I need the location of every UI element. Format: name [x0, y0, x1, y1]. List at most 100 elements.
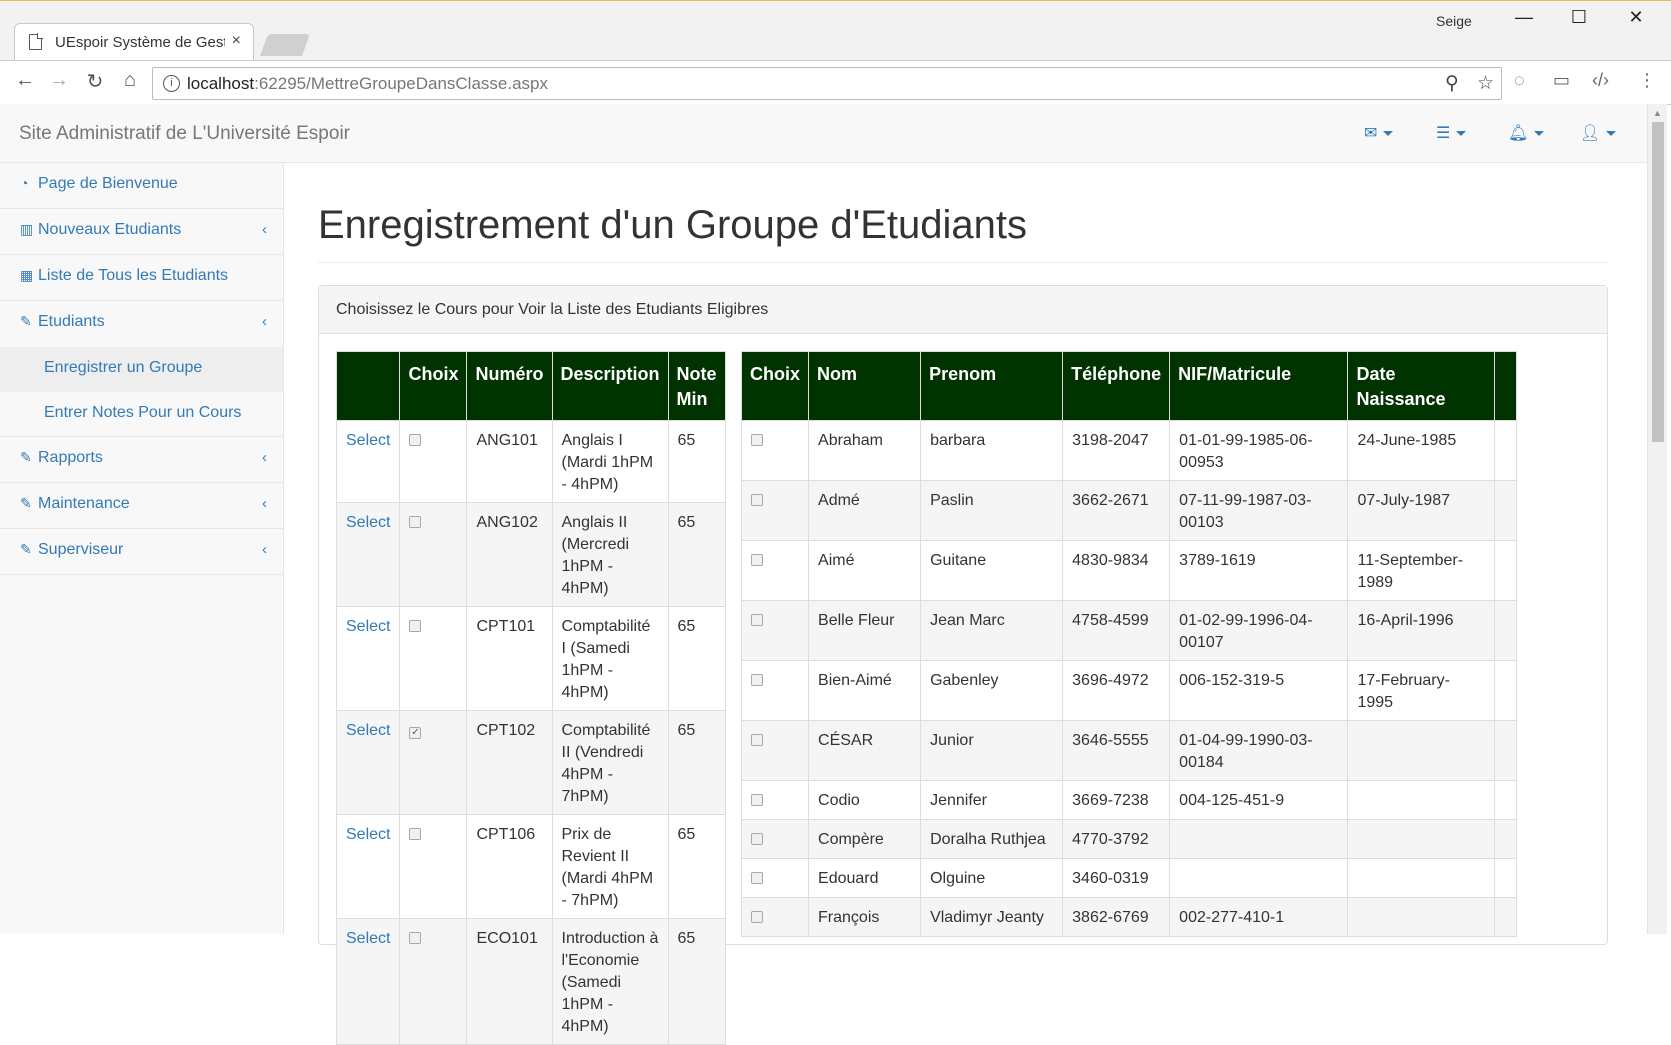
checkbox[interactable] [751, 614, 763, 626]
choice-cell[interactable] [399, 814, 468, 919]
choice-cell[interactable] [399, 606, 468, 711]
devtools-icon[interactable]: ‹/› [1592, 70, 1609, 91]
choice-cell[interactable] [740, 720, 810, 781]
tasks-icon[interactable]: ☰ [1436, 123, 1467, 143]
checkbox[interactable] [751, 872, 763, 884]
maximize-icon[interactable]: ☐ [1555, 7, 1603, 28]
sidebar-item-bienvenue[interactable]: ◔ Page de Bienvenue [0, 163, 283, 209]
choice-cell[interactable]: ✓ [399, 710, 468, 815]
student-dob [1347, 780, 1496, 820]
checkbox[interactable] [409, 620, 422, 632]
home-icon[interactable]: ⌂ [116, 69, 144, 92]
checkbox[interactable] [751, 833, 763, 845]
info-icon[interactable]: i [163, 75, 180, 92]
choice-cell[interactable] [740, 540, 810, 601]
zoom-icon[interactable]: ⚲ [1445, 72, 1459, 95]
select-link[interactable]: Select [346, 514, 390, 531]
student-nif: 01-02-99-1996-04-00107 [1169, 600, 1349, 661]
choice-cell[interactable] [740, 780, 810, 820]
new-tab-button[interactable] [259, 34, 311, 56]
checkbox[interactable] [751, 434, 763, 446]
sidebar-item-maintenance[interactable]: ✎ Maintenance ‹ [0, 483, 283, 529]
student-nif: 004-125-451-9 [1169, 780, 1349, 820]
forward-arrow-icon[interactable]: → [45, 69, 73, 92]
select-link-cell[interactable]: Select [335, 606, 401, 711]
select-link[interactable]: Select [346, 432, 390, 449]
back-arrow-icon[interactable]: ← [11, 69, 39, 92]
user-icon[interactable]: 👤︎ [1580, 123, 1617, 143]
student-phone: 3662-2671 [1062, 480, 1171, 541]
student-first-name: Doralha Ruthjea [920, 819, 1064, 859]
select-link[interactable]: Select [346, 722, 390, 739]
sidebar-item-label: Superviseur [38, 541, 124, 558]
tab-close-icon[interactable]: × [232, 32, 241, 50]
page-scrollbar[interactable]: ▲ [1647, 104, 1667, 934]
select-link-cell[interactable]: Select [335, 502, 401, 607]
select-link[interactable]: Select [346, 930, 390, 947]
checkbox[interactable] [409, 434, 422, 446]
column-header [1494, 351, 1517, 421]
choice-cell[interactable] [399, 918, 468, 1045]
choice-cell[interactable] [399, 502, 468, 607]
sidebar-item-superviseur[interactable]: ✎ Superviseur ‹ [0, 529, 283, 575]
sidebar-item-etudiants[interactable]: ✎ Etudiants ‹ [0, 301, 283, 347]
empty-cell [1494, 720, 1517, 781]
bell-icon[interactable]: 🔔︎ [1508, 123, 1545, 143]
student-dob: 11-September-1989 [1347, 540, 1496, 601]
student-last-name: François [808, 897, 922, 937]
minimize-icon[interactable]: — [1500, 7, 1548, 28]
select-link[interactable]: Select [346, 826, 390, 843]
sidebar-item-nouveaux-etudiants[interactable]: ▥ Nouveaux Etudiants ‹ [0, 209, 283, 255]
checkbox[interactable] [409, 828, 422, 840]
choice-cell[interactable] [740, 600, 810, 661]
close-window-icon[interactable]: ✕ [1612, 7, 1660, 28]
navbar-brand[interactable]: Site Administratif de L'Université Espoi… [19, 123, 350, 145]
menu-icon[interactable]: ⋮ [1638, 70, 1656, 91]
checkbox[interactable] [751, 794, 763, 806]
choice-cell[interactable] [740, 480, 810, 541]
panel-heading: Choisissez le Cours pour Voir la Liste d… [319, 286, 1607, 334]
tab-strip: UEspoir Système de Gesti × Seige — ☐ ✕ [0, 1, 1671, 61]
student-first-name: Jennifer [920, 780, 1064, 820]
student-first-name: Guitane [920, 540, 1064, 601]
choice-cell[interactable] [740, 858, 810, 898]
student-phone: 3696-4972 [1062, 660, 1171, 721]
sidebar-subitem-enregistrer-groupe[interactable]: Enregistrer un Groupe [0, 347, 283, 392]
select-link[interactable]: Select [346, 618, 390, 635]
sidebar-item-liste-etudiants[interactable]: ▦ Liste de Tous les Etudiants [0, 255, 283, 301]
select-link-cell[interactable]: Select [335, 420, 401, 503]
choice-cell[interactable] [740, 420, 810, 481]
address-bar[interactable]: i localhost:62295/MettreGroupeDansClasse… [152, 67, 1502, 100]
empty-cell [1494, 480, 1517, 541]
table-row: Aimé Guitane 4830-9834 3789-1619 11-Septembe… [740, 540, 1517, 601]
profile-name[interactable]: Seige [1436, 13, 1472, 29]
scroll-thumb[interactable] [1652, 122, 1664, 442]
choice-cell[interactable] [740, 819, 810, 859]
choice-cell[interactable] [740, 660, 810, 721]
empty-cell [1494, 600, 1517, 661]
checkbox[interactable] [409, 516, 422, 528]
select-link-cell[interactable]: Select [335, 918, 401, 1045]
star-icon[interactable]: ☆ [1477, 72, 1494, 95]
checkbox[interactable] [751, 734, 763, 746]
choice-cell[interactable] [740, 897, 810, 937]
url-text[interactable]: localhost:62295/MettreGroupeDansClasse.a… [187, 74, 548, 94]
extension-icon[interactable]: ◌ [1514, 70, 1525, 91]
checkbox[interactable] [751, 494, 763, 506]
student-last-name: Bien-Aimé [808, 660, 922, 721]
checkbox[interactable] [751, 911, 763, 923]
checkbox[interactable] [751, 674, 763, 686]
scroll-up-icon[interactable]: ▲ [1653, 108, 1662, 118]
checkbox[interactable]: ✓ [409, 727, 422, 739]
reload-icon[interactable]: ↻ [81, 69, 109, 94]
browser-tab[interactable]: UEspoir Système de Gesti × [14, 23, 254, 61]
select-link-cell[interactable]: Select [335, 710, 401, 815]
min-grade: 65 [667, 606, 726, 711]
choice-cell[interactable] [399, 420, 468, 503]
envelope-icon[interactable]: ✉ [1364, 123, 1394, 143]
sidebar-item-rapports[interactable]: ✎ Rapports ‹ [0, 437, 283, 483]
sidebar-subitem-entrer-notes[interactable]: Entrer Notes Pour un Cours [0, 392, 283, 437]
cast-icon[interactable]: ▭ [1553, 70, 1570, 91]
select-link-cell[interactable]: Select [335, 814, 401, 919]
checkbox[interactable] [751, 554, 763, 566]
